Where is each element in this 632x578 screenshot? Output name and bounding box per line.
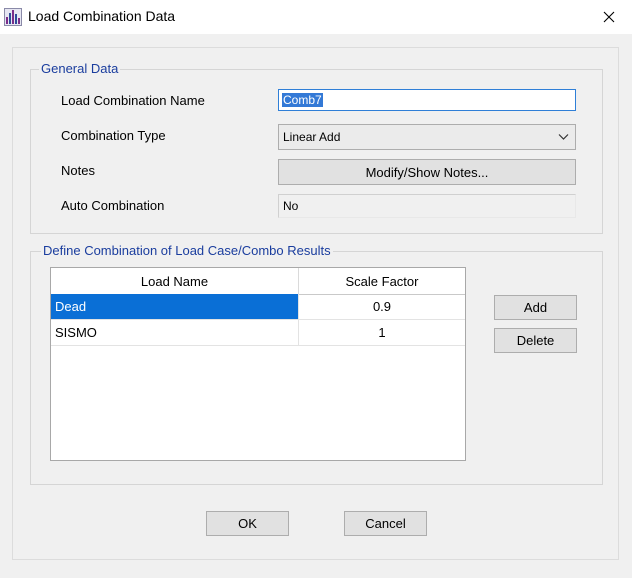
delete-button[interactable]: Delete bbox=[494, 328, 577, 353]
cancel-button[interactable]: Cancel bbox=[344, 511, 427, 536]
window-title: Load Combination Data bbox=[28, 8, 176, 24]
close-button[interactable] bbox=[586, 0, 632, 34]
combination-name-input[interactable]: Comb7 bbox=[278, 89, 576, 111]
title-bar: Load Combination Data bbox=[0, 0, 632, 34]
scale-factor-cell[interactable]: 0.9 bbox=[299, 294, 465, 320]
modify-show-notes-button[interactable]: Modify/Show Notes... bbox=[278, 159, 576, 185]
auto-combination-field: No bbox=[278, 194, 576, 218]
ok-button[interactable]: OK bbox=[206, 511, 289, 536]
define-combination-title: Define Combination of Load Case/Combo Re… bbox=[41, 243, 333, 259]
define-combination-group: Define Combination of Load Case/Combo Re… bbox=[30, 243, 603, 485]
table-row[interactable]: Dead 0.9 bbox=[51, 294, 465, 320]
auto-combination-label: Auto Combination bbox=[61, 198, 165, 213]
table-row[interactable]: SISMO 1 bbox=[51, 320, 465, 346]
dialog-frame: General Data Load Combination Name Comb7… bbox=[12, 47, 619, 560]
close-icon bbox=[603, 11, 615, 23]
grid-header: Load Name Scale Factor bbox=[51, 268, 465, 295]
chevron-down-icon bbox=[558, 134, 569, 140]
column-header-load-name[interactable]: Load Name bbox=[51, 268, 299, 294]
general-data-title: General Data bbox=[39, 61, 121, 77]
combination-type-label: Combination Type bbox=[61, 128, 166, 143]
general-data-group: General Data Load Combination Name Comb7… bbox=[30, 61, 603, 234]
load-name-cell[interactable]: Dead bbox=[51, 294, 299, 320]
app-icon bbox=[4, 8, 22, 26]
scale-factor-cell[interactable]: 1 bbox=[299, 320, 465, 346]
combination-type-select[interactable]: Linear Add bbox=[278, 124, 576, 150]
load-combination-grid[interactable]: Load Name Scale Factor Dead 0.9 SISMO 1 bbox=[50, 267, 466, 461]
add-button[interactable]: Add bbox=[494, 295, 577, 320]
load-name-cell[interactable]: SISMO bbox=[51, 320, 299, 346]
notes-label: Notes bbox=[61, 163, 95, 178]
combination-name-value: Comb7 bbox=[282, 93, 323, 107]
column-header-scale-factor[interactable]: Scale Factor bbox=[299, 268, 465, 294]
combination-name-label: Load Combination Name bbox=[61, 93, 205, 108]
dialog-body: General Data Load Combination Name Comb7… bbox=[0, 34, 632, 578]
combination-type-value: Linear Add bbox=[283, 130, 341, 144]
